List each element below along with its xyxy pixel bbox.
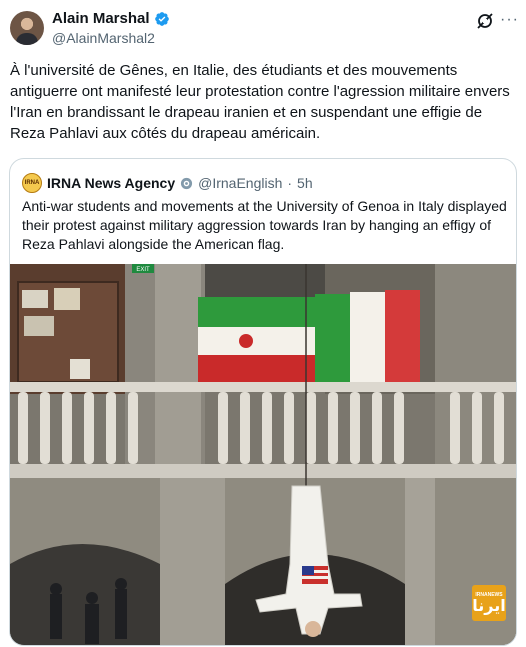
government-badge-icon: [181, 177, 193, 189]
italian-flag: [315, 290, 420, 386]
post-photo[interactable]: EXIT IRNANEWS ایرنا: [10, 264, 516, 645]
quoted-author-name: IRNA News Agency: [47, 175, 176, 191]
author-info[interactable]: Alain Marshal: [52, 10, 170, 28]
exit-sign-label: EXIT: [136, 267, 150, 273]
verified-badge-icon: [154, 12, 169, 26]
author-handle[interactable]: @AlainMarshal2: [52, 30, 155, 47]
watermark-big-text: ایرنا: [472, 596, 506, 615]
grok-icon[interactable]: [475, 11, 495, 31]
quoted-post-text: Anti-war students and movements at the U…: [22, 198, 507, 252]
quoted-author-handle: @IrnaEnglish: [198, 175, 283, 191]
more-icon[interactable]: ···: [500, 12, 519, 28]
post-text: À l'université de Gênes, en Italie, des …: [10, 62, 510, 142]
quoted-post-header: IRNA IRNA News Agency @IrnaEnglish · 5h: [22, 173, 313, 193]
photo-scene: EXIT: [10, 264, 516, 645]
irna-watermark: IRNANEWS ایرنا: [472, 585, 506, 621]
author-name[interactable]: Alain Marshal: [52, 10, 150, 28]
quoted-author-avatar: IRNA: [22, 173, 42, 193]
quoted-post[interactable]: IRNA IRNA News Agency @IrnaEnglish · 5h …: [9, 158, 517, 646]
quoted-timestamp: 5h: [297, 175, 313, 191]
iranian-flag: [198, 297, 318, 385]
meta-separator: ·: [287, 175, 293, 191]
author-avatar[interactable]: [10, 11, 44, 45]
